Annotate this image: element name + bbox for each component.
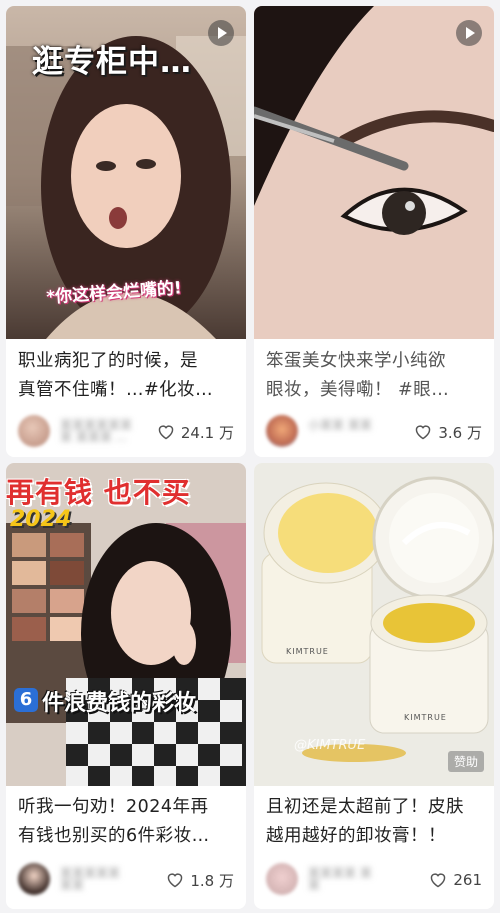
card-2-cover-image[interactable] xyxy=(254,6,494,339)
card-3-title[interactable]: 听我一句劝！2024年再 有钱也别买的6件彩妆… xyxy=(18,793,236,851)
card-4-brand-label-a: KIMTRUE xyxy=(286,647,329,656)
card-4-like-count: 261 xyxy=(453,871,482,889)
feed-card-1[interactable]: 逛专柜中… *你这样会烂嘴的! 职业病犯了的时候，是 真管不住嘴！…#化妆… 某… xyxy=(6,6,246,457)
card-4-brand-label-b: KIMTRUE xyxy=(404,713,447,722)
card-3-overlay-subtitle: 件浪费钱的彩妆 xyxy=(42,691,197,716)
heart-icon xyxy=(429,872,447,888)
video-play-icon xyxy=(456,20,482,46)
card-3-like-count: 1.8 万 xyxy=(190,871,234,890)
card-1-author-name[interactable]: 某某某某某某某 某某某 ... xyxy=(60,419,134,443)
card-1-overlay-title: 逛专柜中… xyxy=(32,44,192,80)
heart-icon xyxy=(414,424,432,440)
card-1-author-avatar[interactable] xyxy=(18,415,50,447)
card-3-like-button[interactable]: 1.8 万 xyxy=(166,869,234,891)
card-3-cover-image[interactable]: 再有钱 也不买 2024 6 件浪费钱的彩妆 xyxy=(6,463,246,786)
card-2-cover-art xyxy=(254,6,494,339)
card-2-author-avatar[interactable] xyxy=(266,415,298,447)
card-4-author-name[interactable]: 某某某某 某某 xyxy=(308,867,382,891)
card-4-cover-image[interactable]: KIMTRUE KIMTRUE @KIMTRUE 赞助 xyxy=(254,463,494,786)
card-3-overlay-headline: 再有钱 也不买 xyxy=(6,476,191,509)
feed-card-2[interactable]: 笨蛋美女快来学小纯欲 眼妆，美得嘞！ #眼… 小某某 某某 3.6 万 xyxy=(254,6,494,457)
card-1-cover-image[interactable]: 逛专柜中… *你这样会烂嘴的! xyxy=(6,6,246,339)
card-3-author-name[interactable]: 某某某某某 某某 xyxy=(60,867,134,891)
card-1-like-button[interactable]: 24.1 万 xyxy=(157,421,234,443)
card-4-watermark: @KIMTRUE xyxy=(294,738,366,753)
card-2-like-button[interactable]: 3.6 万 xyxy=(414,421,482,443)
card-1-like-count: 24.1 万 xyxy=(180,423,234,442)
card-4-like-button[interactable]: 261 xyxy=(429,869,482,891)
heart-icon xyxy=(157,424,175,440)
card-3-author-avatar[interactable] xyxy=(18,863,50,895)
card-3-overlay-year: 2024 xyxy=(10,507,72,532)
card-3-overlay-number: 6 xyxy=(14,688,38,712)
card-2-title[interactable]: 笨蛋美女快来学小纯欲 眼妆，美得嘞！ #眼… xyxy=(266,347,484,405)
card-1-title[interactable]: 职业病犯了的时候，是 真管不住嘴！…#化妆… xyxy=(18,347,236,405)
sponsored-badge: 赞助 xyxy=(447,751,484,772)
card-2-like-count: 3.6 万 xyxy=(438,423,482,442)
feed-card-3[interactable]: 再有钱 也不买 2024 6 件浪费钱的彩妆 听我一句劝！2024年再 有钱也别… xyxy=(6,463,246,909)
video-play-icon xyxy=(208,20,234,46)
heart-icon xyxy=(166,872,184,888)
card-2-author-name[interactable]: 小某某 某某 xyxy=(308,419,382,443)
card-4-title[interactable]: 且初还是太超前了！皮肤 越用越好的卸妆膏！！ xyxy=(266,793,484,851)
feed-card-4[interactable]: KIMTRUE KIMTRUE @KIMTRUE 赞助 且初还是太超前了！皮肤 … xyxy=(254,463,494,909)
card-4-cover-art xyxy=(254,463,494,786)
card-4-author-avatar[interactable] xyxy=(266,863,298,895)
